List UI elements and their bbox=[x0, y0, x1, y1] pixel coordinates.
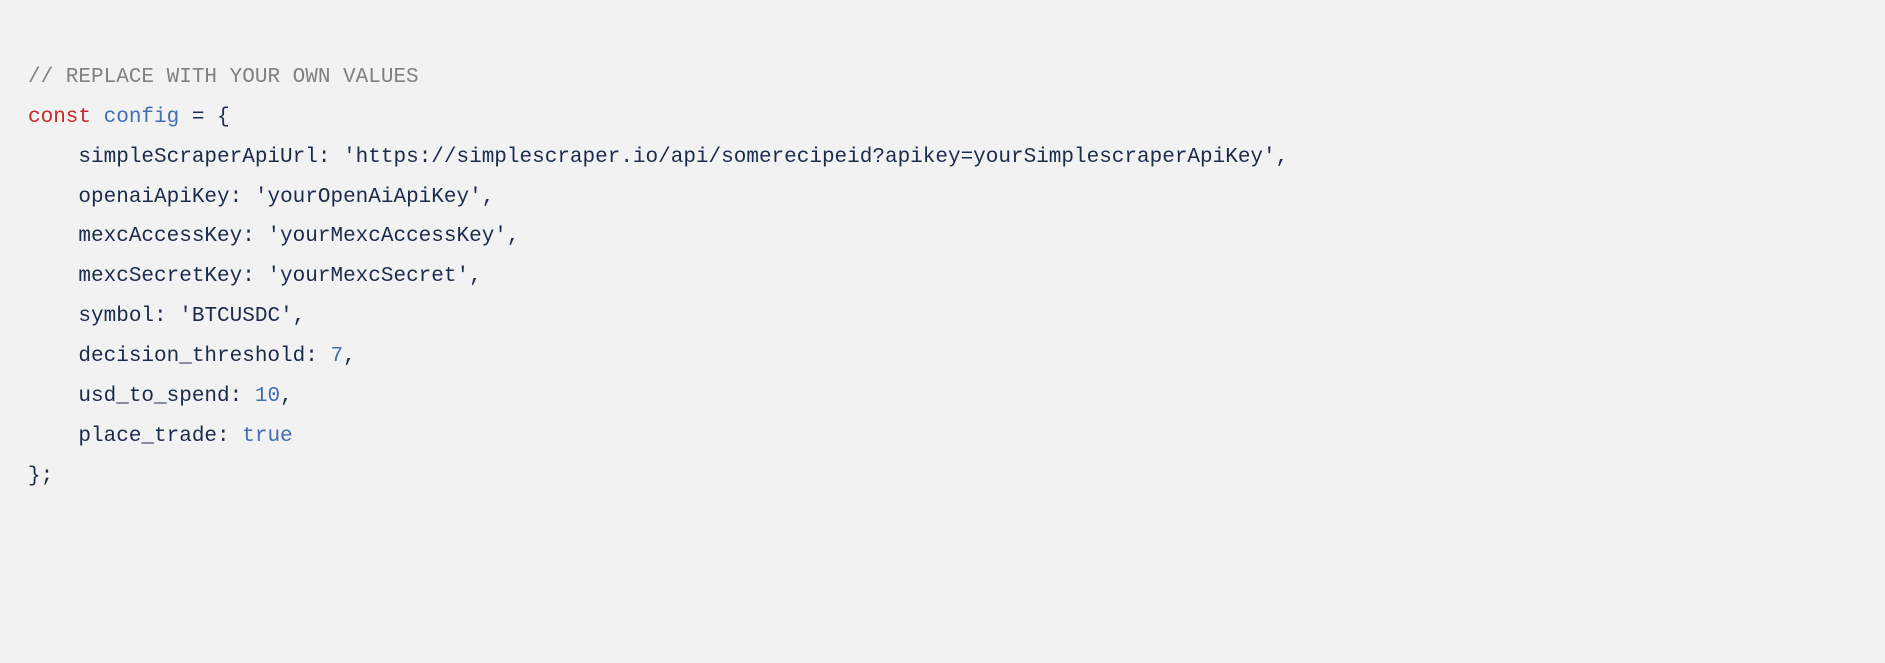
colon: : bbox=[230, 385, 255, 408]
colon: : bbox=[154, 305, 179, 328]
colon: : bbox=[217, 425, 242, 448]
comma: , bbox=[280, 385, 293, 408]
prop-key: place_trade bbox=[78, 425, 217, 448]
prop-key: mexcAccessKey bbox=[78, 225, 242, 248]
colon: : bbox=[230, 186, 255, 209]
prop-key: decision_threshold bbox=[78, 345, 305, 368]
prop-value: 'BTCUSDC' bbox=[179, 305, 292, 328]
colon: : bbox=[242, 225, 267, 248]
variable-name: config bbox=[104, 106, 180, 129]
close-brace: }; bbox=[28, 465, 53, 488]
prop-key: symbol bbox=[78, 305, 154, 328]
colon: : bbox=[318, 146, 343, 169]
prop-value: 'https://simplescraper.io/api/somerecipe… bbox=[343, 146, 1276, 169]
open-brace: { bbox=[217, 106, 230, 129]
comma: , bbox=[482, 186, 495, 209]
comma: , bbox=[469, 265, 482, 288]
assign-operator: = bbox=[179, 106, 217, 129]
prop-value: 'yourMexcAccessKey' bbox=[267, 225, 506, 248]
colon: : bbox=[242, 265, 267, 288]
keyword-const: const bbox=[28, 106, 91, 129]
code-comment: // REPLACE WITH YOUR OWN VALUES bbox=[28, 66, 419, 89]
prop-key: usd_to_spend bbox=[78, 385, 229, 408]
comma: , bbox=[507, 225, 520, 248]
prop-key: simpleScraperApiUrl bbox=[78, 146, 317, 169]
prop-value: 'yourOpenAiApiKey' bbox=[255, 186, 482, 209]
code-block: // REPLACE WITH YOUR OWN VALUES const co… bbox=[28, 18, 1857, 497]
comma: , bbox=[293, 305, 306, 328]
prop-value: 'yourMexcSecret' bbox=[267, 265, 469, 288]
comma: , bbox=[343, 345, 356, 368]
prop-key: openaiApiKey bbox=[78, 186, 229, 209]
prop-value: 7 bbox=[330, 345, 343, 368]
colon: : bbox=[305, 345, 330, 368]
prop-value: 10 bbox=[255, 385, 280, 408]
comma: , bbox=[1276, 146, 1289, 169]
prop-value: true bbox=[242, 425, 292, 448]
prop-key: mexcSecretKey bbox=[78, 265, 242, 288]
